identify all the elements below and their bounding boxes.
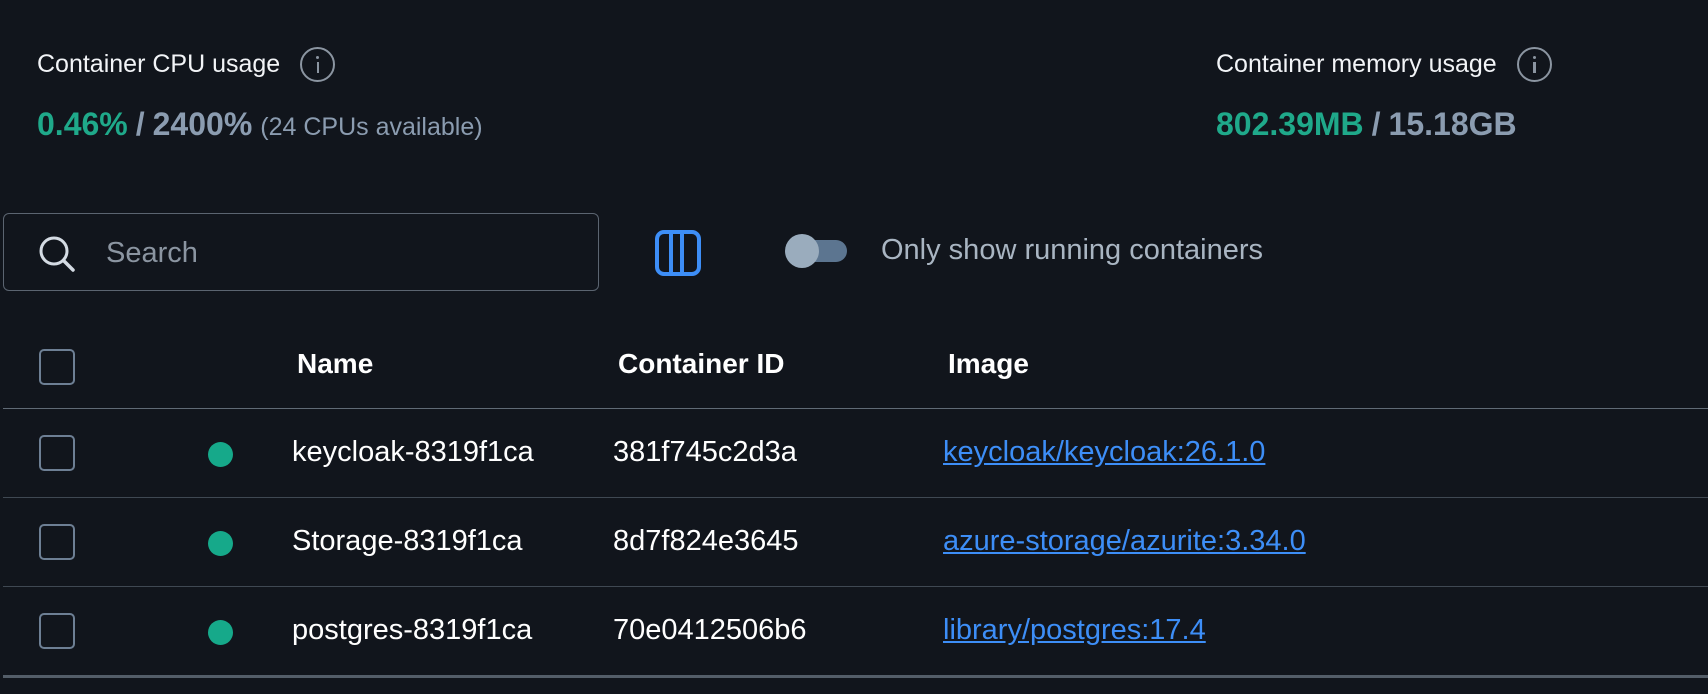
cpu-total-value: 2400% (152, 106, 253, 142)
cpu-usage-label: Container CPU usage (37, 49, 281, 78)
memory-separator: / (1371, 106, 1381, 142)
container-name: postgres-8319f1ca (292, 614, 533, 646)
running-only-toggle[interactable] (785, 234, 849, 268)
container-image-link[interactable]: azure-storage/azurite:3.34.0 (943, 525, 1306, 558)
column-header-image[interactable]: Image (948, 348, 1029, 380)
column-header-name[interactable]: Name (297, 348, 373, 380)
row-checkbox[interactable] (39, 613, 75, 649)
info-icon[interactable] (1516, 46, 1552, 82)
container-image-link[interactable]: library/postgres:17.4 (943, 614, 1206, 647)
search-input[interactable] (104, 228, 578, 278)
cpu-available-note: (24 CPUs available) (260, 113, 483, 141)
select-all-checkbox[interactable] (39, 349, 75, 385)
search-icon (39, 236, 75, 272)
running-only-toggle-label: Only show running containers (881, 234, 1264, 266)
container-image-link[interactable]: keycloak/keycloak:26.1.0 (943, 436, 1265, 469)
memory-usage-label: Container memory usage (1216, 49, 1497, 78)
toggle-thumb (785, 234, 819, 268)
container-id: 8d7f824e3645 (613, 525, 799, 557)
container-name: keycloak-8319f1ca (292, 436, 534, 468)
memory-used-value: 802.39MB (1216, 106, 1364, 142)
info-icon[interactable] (300, 46, 336, 82)
containers-page: Container CPU usage 0.46%/2400% (24 CPUs … (0, 0, 1708, 694)
columns-icon[interactable] (655, 230, 701, 276)
cpu-usage-stat: Container CPU usage 0.46%/2400% (24 CPUs … (37, 44, 483, 143)
containers-table: Name Container ID Image keycloak-8319f1c… (3, 328, 1708, 678)
memory-total-value: 15.18GB (1388, 106, 1517, 142)
row-checkbox[interactable] (39, 524, 75, 560)
row-checkbox[interactable] (39, 435, 75, 471)
table-header-row: Name Container ID Image (3, 328, 1708, 409)
container-name: Storage-8319f1ca (292, 525, 523, 557)
column-header-container-id[interactable]: Container ID (618, 348, 784, 380)
status-dot-icon (208, 620, 233, 645)
cpu-usage-header: Container CPU usage (37, 44, 483, 84)
memory-usage-header: Container memory usage (1216, 44, 1552, 84)
memory-usage-values: 802.39MB/15.18GB (1216, 106, 1552, 143)
status-dot-icon (208, 442, 233, 467)
container-id: 70e0412506b6 (613, 614, 807, 646)
table-row[interactable]: Storage-8319f1ca 8d7f824e3645 azure-stor… (3, 498, 1708, 587)
status-dot-icon (208, 531, 233, 556)
search-box[interactable] (3, 213, 599, 291)
cpu-usage-values: 0.46%/2400% (24 CPUs available) (37, 106, 483, 143)
container-id: 381f745c2d3a (613, 436, 797, 468)
table-row[interactable]: keycloak-8319f1ca 381f745c2d3a keycloak/… (3, 409, 1708, 498)
table-row[interactable]: postgres-8319f1ca 70e0412506b6 library/p… (3, 587, 1708, 678)
cpu-separator: / (135, 106, 145, 142)
memory-usage-stat: Container memory usage 802.39MB/15.18GB (1216, 44, 1552, 143)
cpu-used-value: 0.46% (37, 106, 128, 142)
